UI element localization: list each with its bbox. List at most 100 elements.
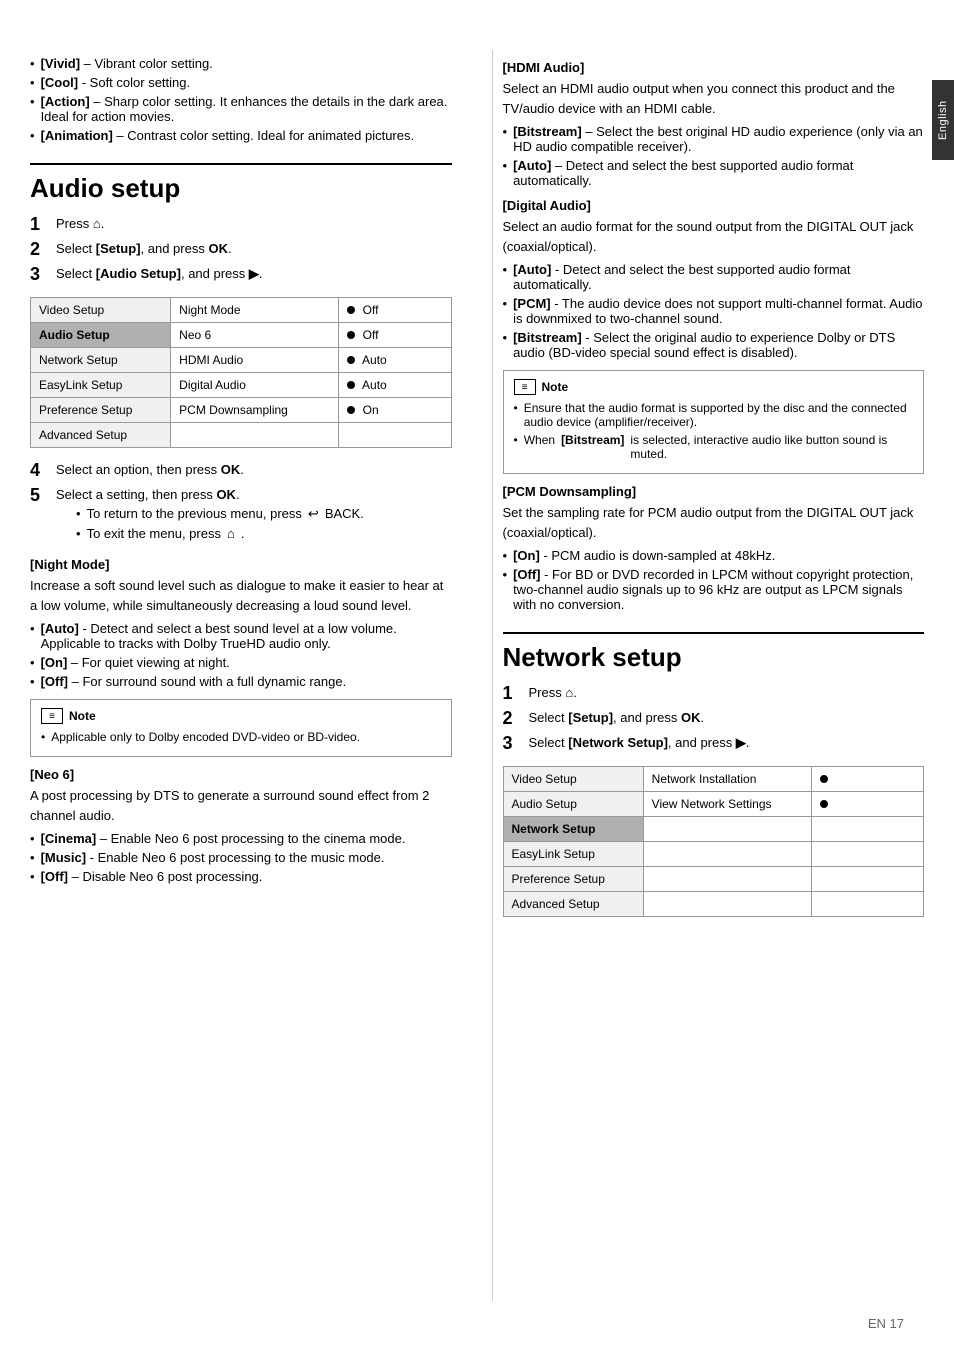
digital-note-box: ≡ Note Ensure that the audio format is s…	[503, 370, 925, 474]
hdmi-auto: [Auto] – Detect and select the best supp…	[503, 158, 925, 188]
digital-note-icon: ≡	[514, 379, 536, 395]
hdmi-audio-body: Select an HDMI audio output when you con…	[503, 79, 925, 118]
menu-easylink-setup: EasyLink Setup	[31, 373, 171, 398]
night-mode-note-bullets: Applicable only to Dolby encoded DVD-vid…	[41, 730, 441, 744]
net-row-empty4-val	[811, 892, 923, 917]
audio-row-digital-item: Digital Audio	[171, 373, 339, 398]
pcm-off: [Off] - For BD or DVD recorded in LPCM w…	[503, 567, 925, 612]
neo6-body: A post processing by DTS to generate a s…	[30, 786, 452, 825]
net-row-empty3-val	[811, 867, 923, 892]
audio-row-pcm-item: PCM Downsampling	[171, 398, 339, 423]
right-column: [HDMI Audio] Select an HDMI audio output…	[492, 50, 925, 1301]
menu-preference-setup: Preference Setup	[31, 398, 171, 423]
net-row-empty2-item	[643, 842, 811, 867]
digital-audio-title: [Digital Audio]	[503, 198, 925, 213]
sub-step-exit: To exit the menu, press⌂ .	[76, 526, 364, 541]
net-step-1: 1 Press ⌂.	[503, 683, 925, 704]
digital-note-header: ≡ Note	[514, 379, 914, 395]
night-mode-note-item: Applicable only to Dolby encoded DVD-vid…	[41, 730, 441, 744]
audio-setup-heading: Audio setup	[30, 163, 452, 204]
digital-auto: [Auto] - Detect and select the best supp…	[503, 262, 925, 292]
night-mode-note-label: Note	[69, 709, 96, 723]
step-3: 3 Select [Audio Setup], and press ▶.	[30, 264, 452, 285]
pcm-on: [On] - PCM audio is down-sampled at 48kH…	[503, 548, 925, 563]
audio-steps-4-5: 4 Select an option, then press OK. 5 Sel…	[30, 460, 452, 545]
audio-setup-table: Video Setup Night Mode Off Audio Setup N…	[30, 297, 452, 448]
hdmi-audio-title: [HDMI Audio]	[503, 60, 925, 75]
net-row-empty2-val	[811, 842, 923, 867]
digital-note-label: Note	[542, 380, 569, 394]
audio-row-empty-val	[339, 423, 451, 448]
audio-row-nightmode-item: Night Mode	[171, 298, 339, 323]
neo6-music: [Music] - Enable Neo 6 post processing t…	[30, 850, 452, 865]
net-menu-easylink: EasyLink Setup	[503, 842, 643, 867]
intro-bullet-animation: [Animation] – Contrast color setting. Id…	[30, 128, 452, 143]
audio-row-hdmi-val: Auto	[339, 348, 451, 373]
net-row-empty1-val	[811, 817, 923, 842]
digital-bitstream: [Bitstream] - Select the original audio …	[503, 330, 925, 360]
left-column: [Vivid] – Vibrant color setting. [Cool] …	[30, 50, 472, 1301]
network-steps-1-3: 1 Press ⌂. 2 Select [Setup], and press O…	[503, 683, 925, 754]
night-mode-off: [Off] – For surround sound with a full d…	[30, 674, 452, 689]
home-icon-3: ⌂	[565, 685, 573, 700]
net-menu-audio-setup: Audio Setup	[503, 792, 643, 817]
digital-note-bullets: Ensure that the audio format is supporte…	[514, 401, 914, 461]
pcm-downsampling-body: Set the sampling rate for PCM audio outp…	[503, 503, 925, 542]
audio-row-hdmi-item: HDMI Audio	[171, 348, 339, 373]
night-mode-body: Increase a soft sound level such as dial…	[30, 576, 452, 615]
pcm-downsampling-bullets: [On] - PCM audio is down-sampled at 48kH…	[503, 548, 925, 612]
step-2: 2 Select [Setup], and press OK.	[30, 239, 452, 260]
home-icon: ⌂	[93, 216, 101, 231]
net-step-2: 2 Select [Setup], and press OK.	[503, 708, 925, 729]
home-icon-2: ⌂	[227, 526, 235, 541]
digital-audio-body: Select an audio format for the sound out…	[503, 217, 925, 256]
digital-audio-bullets: [Auto] - Detect and select the best supp…	[503, 262, 925, 360]
digital-note-item-1: Ensure that the audio format is supporte…	[514, 401, 914, 429]
net-row-settings-val	[811, 792, 923, 817]
digital-note-item-2: When [Bitstream] is selected, interactiv…	[514, 433, 914, 461]
neo6-off: [Off] – Disable Neo 6 post processing.	[30, 869, 452, 884]
menu-advanced-setup: Advanced Setup	[31, 423, 171, 448]
step-4: 4 Select an option, then press OK.	[30, 460, 452, 481]
menu-network-setup: Network Setup	[31, 348, 171, 373]
step-5: 5 Select a setting, then press OK. To re…	[30, 485, 452, 545]
network-setup-table: Video Setup Network Installation Audio S…	[503, 766, 925, 917]
net-row-settings-item: View Network Settings	[643, 792, 811, 817]
neo6-cinema: [Cinema] – Enable Neo 6 post processing …	[30, 831, 452, 846]
night-mode-bullets: [Auto] - Detect and select a best sound …	[30, 621, 452, 689]
audio-row-neo6-item: Neo 6	[171, 323, 339, 348]
audio-row-nightmode-val: Off	[339, 298, 451, 323]
hdmi-audio-bullets: [Bitstream] – Select the best original H…	[503, 124, 925, 188]
night-mode-auto: [Auto] - Detect and select a best sound …	[30, 621, 452, 651]
net-step-3: 3 Select [Network Setup], and press ▶.	[503, 733, 925, 754]
net-menu-advanced: Advanced Setup	[503, 892, 643, 917]
network-setup-heading: Network setup	[503, 632, 925, 673]
audio-row-empty-item	[171, 423, 339, 448]
language-tab: English	[932, 80, 954, 160]
audio-row-pcm-val: On	[339, 398, 451, 423]
pcm-downsampling-title: [PCM Downsampling]	[503, 484, 925, 499]
neo6-title: [Neo 6]	[30, 767, 452, 782]
intro-bullet-action: [Action] – Sharp color setting. It enhan…	[30, 94, 452, 124]
audio-steps-1-3: 1 Press ⌂. 2 Select [Setup], and press O…	[30, 214, 452, 285]
audio-row-neo6-val: Off	[339, 323, 451, 348]
net-row-installation-val	[811, 767, 923, 792]
intro-bullet-cool: [Cool] - Soft color setting.	[30, 75, 452, 90]
night-mode-note-box: ≡ Note Applicable only to Dolby encoded …	[30, 699, 452, 757]
net-menu-network-setup: Network Setup	[503, 817, 643, 842]
night-mode-note-header: ≡ Note	[41, 708, 441, 724]
note-icon: ≡	[41, 708, 63, 724]
intro-bullet-vivid: [Vivid] – Vibrant color setting.	[30, 56, 452, 71]
net-row-empty3-item	[643, 867, 811, 892]
menu-audio-setup: Audio Setup	[31, 323, 171, 348]
neo6-bullets: [Cinema] – Enable Neo 6 post processing …	[30, 831, 452, 884]
net-row-installation-item: Network Installation	[643, 767, 811, 792]
step-1: 1 Press ⌂.	[30, 214, 452, 235]
net-row-empty1-item	[643, 817, 811, 842]
hdmi-bitstream: [Bitstream] – Select the best original H…	[503, 124, 925, 154]
back-icon: ↩	[308, 506, 319, 522]
net-menu-video-setup: Video Setup	[503, 767, 643, 792]
step-5-substeps: To return to the previous menu, press ↩ …	[76, 506, 364, 541]
audio-row-digital-val: Auto	[339, 373, 451, 398]
digital-pcm: [PCM] - The audio device does not suppor…	[503, 296, 925, 326]
